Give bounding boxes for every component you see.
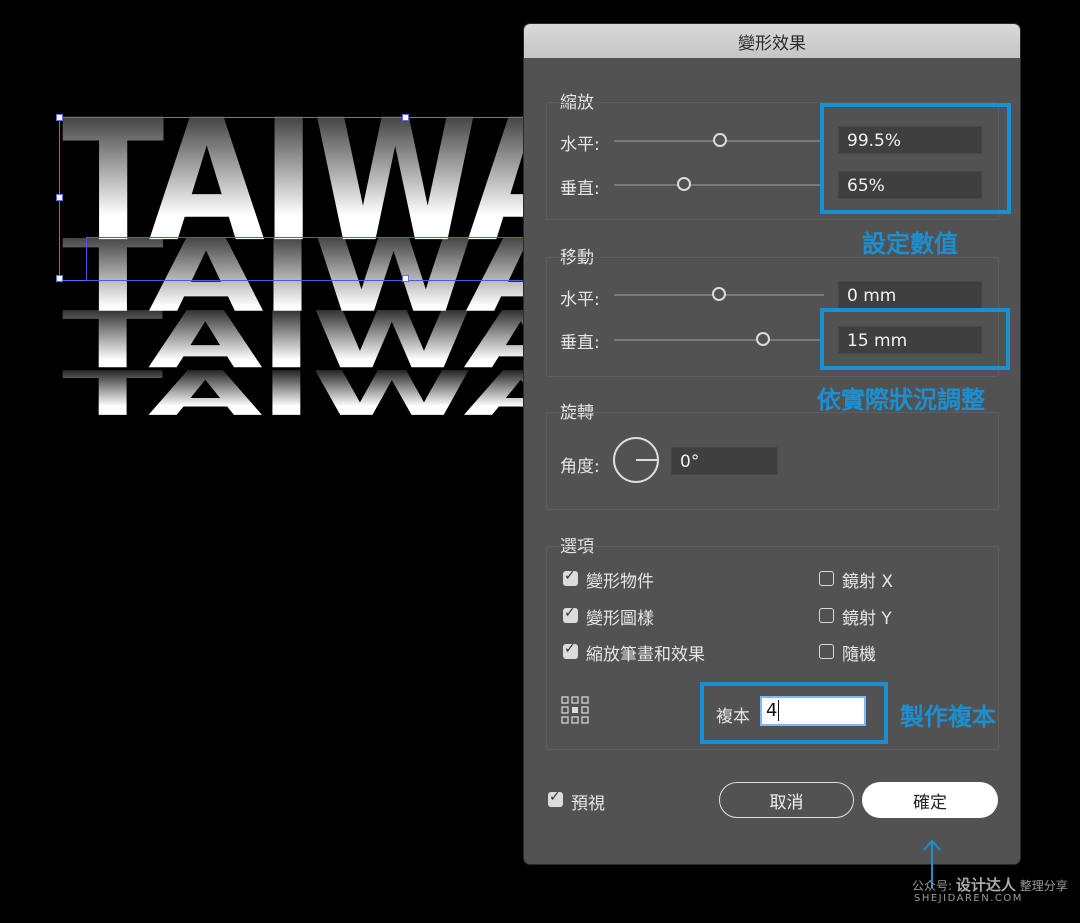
watermark-suffix: 整理分享 [1019, 879, 1068, 893]
dialog-title: 變形效果 [738, 33, 806, 54]
move-vertical-slider-knob[interactable] [756, 332, 770, 346]
annotation-make-copies: 製作複本 [900, 703, 996, 731]
selection-handle-top-left[interactable] [56, 114, 63, 121]
reflect-y-checkbox[interactable] [819, 608, 834, 623]
scale-vertical-label: 垂直: [560, 179, 600, 199]
move-vertical-label: 垂直: [560, 333, 600, 353]
preview-checkbox[interactable] [548, 789, 563, 807]
cancel-button-label: 取消 [769, 792, 804, 813]
watermark-url: SHEJIDAREN.COM [914, 893, 1023, 904]
scale-vertical-slider-knob[interactable] [677, 177, 691, 191]
angle-dial-icon[interactable] [612, 436, 660, 484]
move-horizontal-slider-knob[interactable] [712, 287, 726, 301]
selection-glyph-outline [86, 237, 525, 281]
scale-horizontal-slider-knob[interactable] [713, 133, 727, 147]
scale-strokes-checkbox[interactable] [563, 641, 578, 659]
selection-handle-top-middle[interactable] [402, 114, 409, 121]
artwork-text-copy-2: TAIWAN [62, 310, 525, 380]
dialog-titlebar[interactable]: 變形效果 [524, 24, 1020, 58]
selection-handle-bottom-left[interactable] [56, 275, 63, 282]
scale-strokes-label[interactable]: 縮放筆畫和效果 [586, 640, 705, 665]
transform-patterns-label[interactable]: 變形圖樣 [586, 604, 654, 629]
watermark: 公众号: 设计达人 整理分享 [912, 874, 1068, 895]
watermark-prefix: 公众号: [912, 879, 953, 893]
annotation-box-copies [700, 682, 888, 744]
reflect-x-label[interactable]: 鏡射 X [842, 567, 893, 592]
move-horizontal-input[interactable]: 0 mm [838, 281, 982, 309]
preview-label[interactable]: 預視 [571, 789, 605, 814]
transform-objects-label[interactable]: 變形物件 [586, 567, 654, 592]
reflect-x-checkbox[interactable] [819, 571, 834, 586]
angle-input[interactable]: 0° [671, 447, 778, 475]
annotation-set-values: 設定數值 [862, 230, 958, 258]
random-label[interactable]: 隨機 [842, 640, 876, 665]
angle-label: 角度: [560, 457, 600, 477]
move-horizontal-label: 水平: [560, 290, 600, 310]
selection-handle-bottom-middle[interactable] [402, 275, 409, 282]
watermark-brand: 设计达人 [955, 876, 1016, 894]
transform-patterns-checkbox[interactable] [563, 605, 578, 623]
ok-button-label: 確定 [913, 792, 947, 813]
annotation-box-scale-values [820, 103, 1011, 214]
scale-horizontal-label: 水平: [560, 135, 600, 155]
transform-objects-checkbox[interactable] [563, 568, 578, 586]
random-checkbox[interactable] [819, 644, 834, 659]
reference-point-locator-icon[interactable] [561, 696, 589, 724]
scale-vertical-slider-track[interactable] [614, 184, 824, 186]
reflect-y-label[interactable]: 鏡射 Y [842, 604, 892, 629]
ok-button[interactable]: 確定 [862, 782, 998, 818]
annotation-adjust: 依實際狀況調整 [817, 386, 985, 414]
selection-handle-middle-left[interactable] [56, 194, 63, 201]
canvas-artwork: TAIWAN TAIWAN TAIWAN TAIWAN [0, 0, 525, 470]
move-vertical-slider-track[interactable] [614, 339, 824, 341]
annotation-box-move-vertical [820, 308, 1010, 370]
cancel-button[interactable]: 取消 [719, 782, 854, 818]
